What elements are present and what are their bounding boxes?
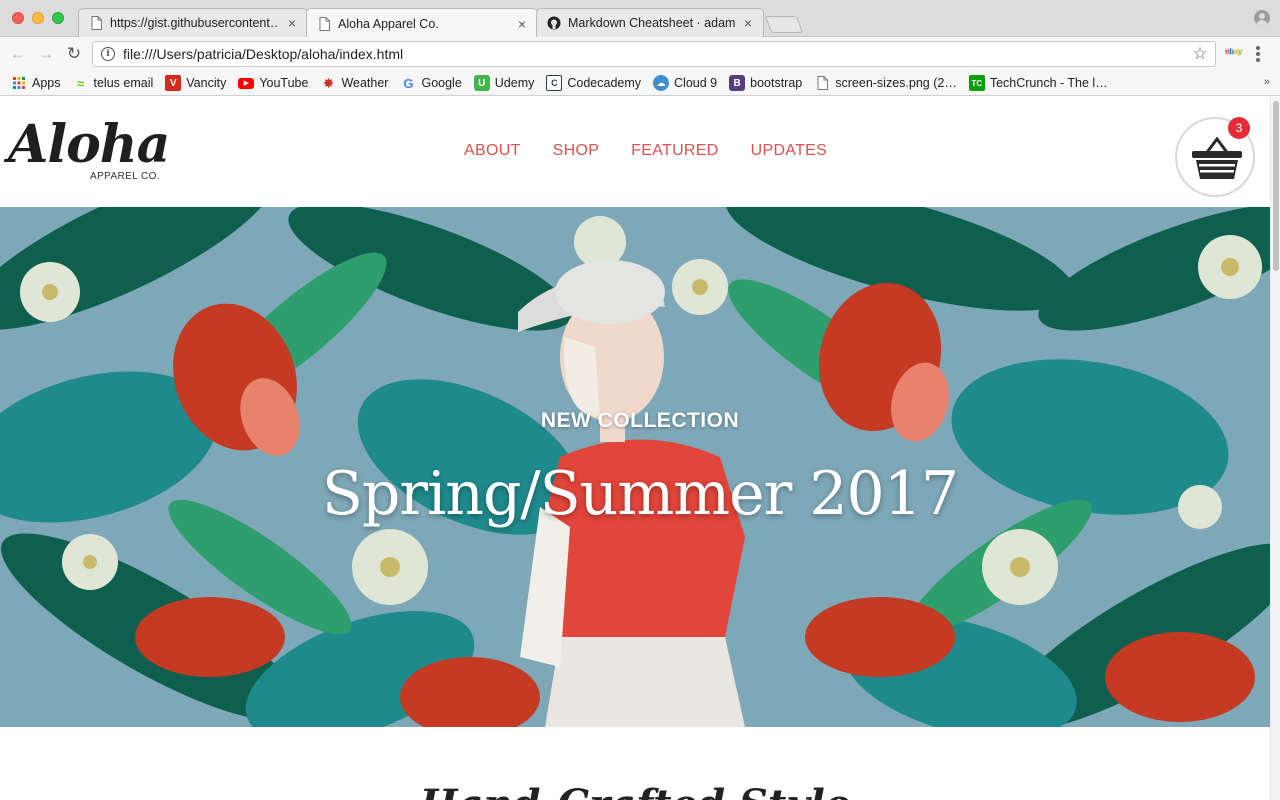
bookmark-screen-sizes[interactable]: screen-sizes.png (2… [814, 75, 957, 91]
hero-title: Spring/Summer 2017 [321, 459, 959, 529]
bookmark-weather[interactable]: ✸ Weather [320, 74, 389, 91]
bookmarks-bar: Apps ≈ telus email V Vancity ▶ YouTube ✸… [0, 71, 1280, 96]
maple-leaf-icon: ✸ [322, 74, 335, 91]
page-scrollbar[interactable] [1270, 97, 1280, 800]
bookmark-label: bootstrap [750, 76, 803, 90]
forward-button[interactable]: → [36, 44, 56, 64]
tab-close-button[interactable]: × [285, 15, 299, 31]
bookmark-label: Apps [32, 76, 61, 90]
tab-title: https://gist.githubusercontent… [110, 16, 279, 30]
youtube-icon: ▶ [238, 77, 255, 89]
browser-toolbar: ← → ↻ i file:///Users/patricia/Desktop/a… [0, 37, 1280, 71]
address-bar[interactable]: i file:///Users/patricia/Desktop/aloha/i… [92, 41, 1216, 67]
bookmark-cloud9[interactable]: ☁ Cloud 9 [653, 75, 717, 91]
nav-about[interactable]: ABOUT [464, 142, 521, 160]
browser-menu-icon[interactable] [1256, 46, 1260, 62]
minimize-window-button[interactable] [32, 12, 44, 24]
bookmark-star-icon[interactable]: ☆ [1191, 44, 1209, 64]
cart-count-badge: 3 [1228, 117, 1250, 139]
scrollbar-thumb[interactable] [1273, 101, 1279, 271]
bookmark-label: Cloud 9 [674, 76, 718, 90]
site-logo[interactable]: Aloha APPAREL CO. [8, 114, 170, 187]
bookmark-label: Weather [341, 76, 389, 90]
ebay-extension-label: ebay [1225, 47, 1243, 56]
bookmark-label: TechCrunch - The l… [989, 76, 1108, 90]
nav-featured[interactable]: FEATURED [631, 142, 718, 160]
reload-button[interactable]: ↻ [64, 44, 84, 64]
udemy-icon: U [473, 75, 490, 91]
new-tab-button[interactable] [764, 16, 804, 33]
nav-shop[interactable]: SHOP [553, 142, 600, 160]
nav-updates[interactable]: UPDATES [751, 142, 827, 160]
bookmark-label: Google [421, 76, 462, 90]
hero-kicker: NEW COLLECTION [540, 409, 740, 432]
tab-title: Aloha Apparel Co. [338, 16, 439, 31]
section-heading: Hand-Crafted Style [0, 781, 1270, 800]
vancity-icon: V [165, 75, 182, 91]
bookmark-vancity[interactable]: V Vancity [165, 75, 226, 91]
apps-grid-icon [11, 75, 27, 91]
bookmark-label: telus email [93, 76, 154, 90]
bookmarks-overflow-button[interactable]: » [1264, 76, 1270, 88]
bookmark-youtube[interactable]: ▶ YouTube [238, 76, 308, 90]
browser-tab-aloha[interactable]: Aloha Apparel Co. × [306, 8, 538, 38]
bookmark-codecademy[interactable]: C Codecademy [546, 75, 641, 91]
tab-close-button[interactable]: × [741, 15, 755, 31]
bookmark-google[interactable]: G Google [400, 75, 461, 91]
bookmark-techcrunch[interactable]: TC TechCrunch - The l… [968, 75, 1108, 91]
tab-close-button[interactable]: × [515, 16, 529, 32]
telus-icon: ≈ [76, 75, 85, 91]
bootstrap-icon: B [729, 75, 746, 91]
logo-script: Aloha [8, 114, 170, 175]
maximize-window-button[interactable] [52, 12, 64, 24]
main-nav: ABOUT SHOP FEATURED UPDATES [464, 142, 859, 160]
bookmark-apps[interactable]: Apps [11, 75, 61, 91]
bookmark-udemy[interactable]: U Udemy [473, 75, 535, 91]
cloud9-icon: ☁ [653, 75, 670, 91]
page-viewport: Aloha APPAREL CO. ABOUT SHOP FEATURED UP… [0, 97, 1280, 800]
google-icon: G [403, 75, 414, 91]
techcrunch-icon: TC [968, 75, 985, 91]
info-icon[interactable]: i [101, 47, 115, 61]
logo-subtitle: APPAREL CO. [90, 171, 160, 182]
bookmark-telus-email[interactable]: ≈ telus email [73, 75, 154, 91]
file-icon [814, 75, 830, 91]
github-icon [547, 16, 561, 30]
codecademy-icon: C [546, 75, 563, 91]
bookmark-label: YouTube [259, 76, 309, 90]
document-icon [317, 16, 331, 31]
bookmark-label: Udemy [494, 76, 535, 90]
profile-icon[interactable] [1254, 10, 1270, 26]
bookmark-bootstrap[interactable]: B bootstrap [729, 75, 802, 91]
browser-tab-gist[interactable]: https://gist.githubusercontent… × [78, 8, 308, 37]
back-button[interactable]: ← [8, 44, 28, 64]
close-window-button[interactable] [12, 12, 24, 24]
tab-title: Markdown Cheatsheet · adam-p… [568, 16, 735, 30]
bookmark-label: Codecademy [567, 76, 642, 90]
url-text[interactable]: file:///Users/patricia/Desktop/aloha/ind… [123, 46, 1191, 62]
browser-tab-markdown[interactable]: Markdown Cheatsheet · adam-p… × [536, 8, 764, 37]
hero-banner: NEW COLLECTION Spring/Summer 2017 [0, 207, 1280, 727]
browser-tab-strip: https://gist.githubusercontent… × Aloha … [0, 0, 1280, 38]
document-icon [89, 16, 103, 30]
ebay-extension-icon[interactable]: ebay [1225, 47, 1242, 56]
basket-icon [1192, 136, 1242, 179]
bookmark-label: screen-sizes.png (2… [835, 76, 957, 90]
bookmark-label: Vancity [186, 76, 227, 90]
